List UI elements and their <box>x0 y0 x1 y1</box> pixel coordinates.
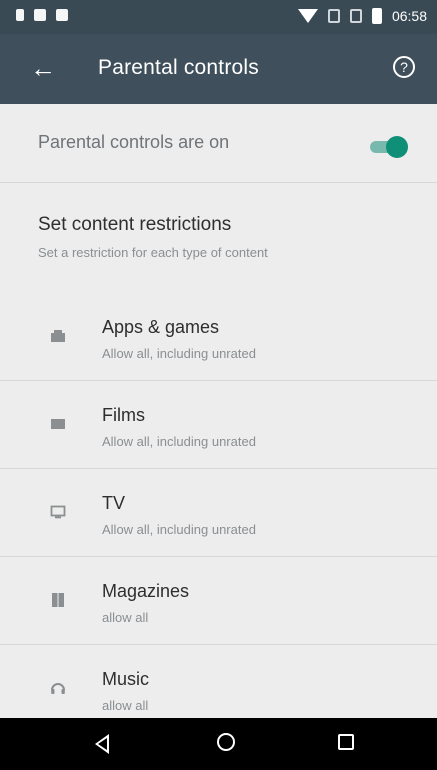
item-title: Magazines <box>102 581 190 601</box>
divider <box>0 644 437 645</box>
switch-knob <box>386 136 408 158</box>
divider <box>0 380 437 381</box>
item-description: Allow all, including unrated <box>102 346 256 361</box>
tv-icon <box>50 504 66 520</box>
film-icon <box>50 416 66 432</box>
page-title: Parental controls <box>98 56 259 79</box>
parental-controls-toggle-row[interactable]: Parental controls are on <box>0 120 437 176</box>
list-item-tv[interactable]: TV Allow all, including unrated <box>0 470 437 558</box>
signal-icon-2 <box>349 9 362 23</box>
back-arrow-icon[interactable]: ← <box>30 55 56 81</box>
toggle-label: Parental controls are on <box>38 132 230 152</box>
headphones-icon <box>50 680 66 696</box>
item-title: Apps & games <box>102 317 220 337</box>
notification-icons <box>16 9 68 21</box>
parental-controls-switch[interactable] <box>366 134 410 160</box>
wifi-icon <box>297 9 318 23</box>
list-item-apps-games[interactable]: Apps & games Allow all, including unrate… <box>0 294 437 382</box>
status-bar: 06:58 <box>0 0 437 34</box>
nav-home-icon[interactable] <box>217 733 235 751</box>
nav-recent-apps-icon[interactable] <box>338 734 354 750</box>
image-icon <box>34 9 46 21</box>
list-item-films[interactable]: Films Allow all, including unrated <box>0 382 437 470</box>
divider <box>0 468 437 469</box>
list-item-magazines[interactable]: Magazines allow all <box>0 558 437 646</box>
divider <box>0 182 437 183</box>
help-icon[interactable]: ? <box>393 56 415 78</box>
navigation-bar <box>0 718 437 770</box>
section-title: Set content restrictions <box>38 214 232 235</box>
item-description: allow all <box>102 610 149 625</box>
content: Parental controls are on Set content res… <box>0 104 437 718</box>
magazine-icon <box>50 592 66 608</box>
item-description: Allow all, including unrated <box>102 522 256 537</box>
item-title: Films <box>102 405 145 425</box>
gallery-icon <box>56 9 68 21</box>
item-description: allow all <box>102 698 149 713</box>
item-title: TV <box>102 493 126 513</box>
content-restrictions-section: Set content restrictions Set a restricti… <box>0 214 437 274</box>
apps-icon <box>50 328 66 344</box>
signal-icon <box>327 9 340 23</box>
item-description: Allow all, including unrated <box>102 434 256 449</box>
notification-icon <box>16 9 24 21</box>
status-time: 06:58 <box>391 8 427 24</box>
app-bar: ← Parental controls ? <box>0 34 437 104</box>
battery-icon <box>371 8 382 24</box>
section-subtitle: Set a restriction for each type of conte… <box>38 245 268 260</box>
status-indicators: 06:58 <box>297 8 427 24</box>
divider <box>0 556 437 557</box>
item-title: Music <box>102 669 150 689</box>
nav-back-icon[interactable] <box>95 734 109 754</box>
